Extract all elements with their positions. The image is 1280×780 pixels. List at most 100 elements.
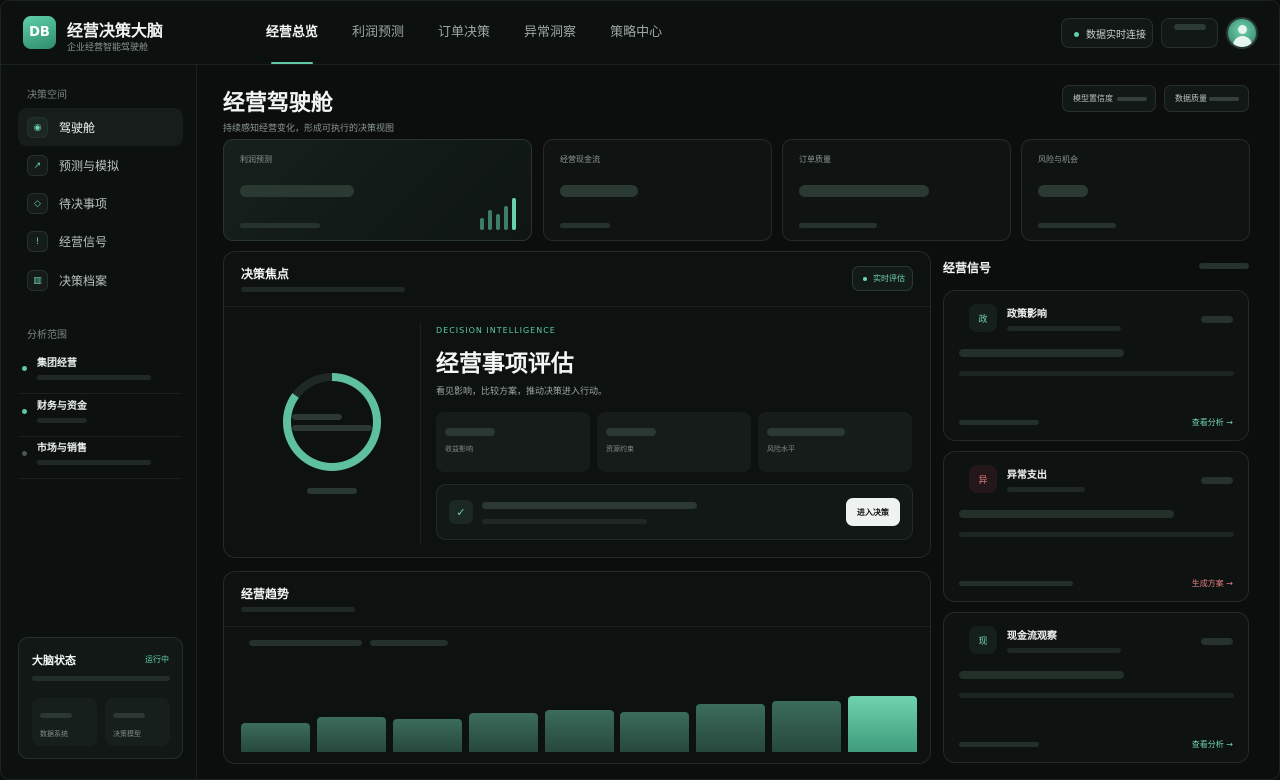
trend-bar[interactable] (545, 710, 614, 752)
nav-anomaly-insight[interactable]: 异常洞察 (507, 1, 593, 65)
kpi-card-risk[interactable]: 风险与机会 (1021, 139, 1250, 241)
signal-card-abnormal-spend[interactable]: 异 异常支出 生成方案 → (943, 451, 1249, 602)
user-icon-body (1233, 36, 1252, 47)
sidebar-item-label: 决策档案 (59, 273, 108, 288)
placeholder-bar (292, 425, 372, 431)
system-tile-label: 数据系统 (40, 730, 68, 738)
section-eyebrow: DECISION INTELLIGENCE (436, 326, 556, 335)
placeholder-bar (307, 488, 357, 494)
trend-bar[interactable] (469, 713, 538, 752)
scope-item-market[interactable]: 市场与销售 (19, 437, 181, 479)
brain-status-badge: 运行中 (145, 655, 169, 664)
scope-name: 集团经营 (37, 358, 77, 369)
model-confidence-chip[interactable]: 模型置信度 (1062, 85, 1156, 112)
signal-title: 异常支出 (1007, 470, 1047, 481)
metric-label: 风险水平 (767, 445, 795, 453)
ring-chart-icon (283, 373, 381, 471)
scope-item-finance[interactable]: 财务与资金 (19, 395, 181, 437)
placeholder-bar (240, 223, 320, 228)
trend-bar[interactable] (772, 701, 841, 752)
placeholder-bar (1174, 24, 1206, 30)
placeholder-bar (1038, 185, 1088, 197)
placeholder-bar (1199, 263, 1249, 269)
panel-title: 经营趋势 (241, 587, 290, 601)
trend-bar[interactable] (696, 704, 765, 752)
system-tile-label: 决策模型 (113, 730, 141, 738)
system-tile-model[interactable]: 决策模型 (105, 698, 170, 746)
toolbar-chip[interactable] (1161, 18, 1218, 48)
user-icon-head (1238, 25, 1247, 34)
sidebar-item-label: 预测与模拟 (59, 158, 120, 173)
metric-tile-resource[interactable]: 资源约束 (597, 412, 751, 472)
status-dot-icon (1074, 32, 1079, 37)
panel-title: 决策焦点 (241, 267, 290, 281)
nav-overview[interactable]: 经营总览 (249, 1, 335, 65)
trend-bar[interactable] (317, 717, 386, 752)
trend-bar[interactable] (848, 696, 917, 752)
placeholder-bar (767, 428, 845, 436)
kpi-card-profit[interactable]: 利润预测 (223, 139, 532, 241)
page-subtitle: 持续感知经营变化，形成可执行的决策视图 (223, 124, 395, 134)
placeholder-bar (1209, 97, 1239, 101)
sparkline-bar (488, 210, 492, 230)
trend-bar[interactable] (393, 719, 462, 752)
view-analysis-link[interactable]: 查看分析 → (1192, 417, 1233, 428)
view-analysis-link[interactable]: 查看分析 → (1192, 739, 1233, 750)
placeholder-bar (37, 460, 151, 465)
sidebar-scope-heading: 分析范围 (27, 330, 67, 341)
legend-placeholder (249, 640, 362, 646)
nav-strategy-center[interactable]: 策略中心 (593, 1, 679, 65)
generate-plan-link[interactable]: 生成方案 → (1192, 578, 1233, 589)
sidebar: 决策空间 ◉ 驾驶舱 ↗ 预测与模拟 ◇ 待决事项 ! 经营信号 ▥ 决策档案 … (1, 65, 197, 779)
kpi-card-cashflow[interactable]: 经营现金流 (543, 139, 772, 241)
signals-title: 经营信号 (943, 261, 992, 275)
scope-dot-icon (22, 366, 27, 371)
trend-panel: 经营趋势 (223, 571, 931, 764)
scope-item-group[interactable]: 集团经营 (19, 352, 181, 394)
system-tile-data[interactable]: 数据系统 (32, 698, 97, 746)
app-logo[interactable]: DB (23, 16, 56, 49)
signal-card-cashflow[interactable]: 现 现金流观察 查看分析 → (943, 612, 1249, 763)
sidebar-item-label: 经营信号 (59, 234, 108, 249)
placeholder-bar (482, 519, 647, 524)
sidebar-item-archive[interactable]: ▥ 决策档案 (18, 261, 183, 299)
placeholder-bar (1007, 487, 1085, 492)
trend-bar[interactable] (241, 723, 310, 752)
placeholder-bar (799, 223, 877, 228)
vertical-divider (420, 322, 421, 544)
trend-bar[interactable] (620, 712, 689, 752)
signal-card-policy[interactable]: 政 政策影响 查看分析 → (943, 290, 1249, 441)
placeholder-bar (959, 420, 1039, 425)
placeholder-bar (560, 223, 610, 228)
sparkline-chart (480, 196, 520, 230)
sparkline-bar (504, 206, 508, 230)
sidebar-item-label: 驾驶舱 (59, 120, 96, 135)
metric-tile-risk[interactable]: 风险水平 (758, 412, 912, 472)
live-connection-chip[interactable]: 数据实时连接 (1061, 18, 1153, 48)
focus-description: 看见影响，比较方案，推动决策进入行动。 (436, 387, 608, 397)
app-window: DB 经营决策大脑 企业经营智能驾驶舱 经营总览 利润预测 订单决策 异常洞察 … (0, 0, 1280, 780)
main-nav: 经营总览 利润预测 订单决策 异常洞察 策略中心 (249, 1, 679, 65)
user-avatar[interactable] (1226, 17, 1258, 49)
placeholder-bar (959, 510, 1174, 518)
progress-ring (280, 370, 384, 474)
sidebar-item-label: 待决事项 (59, 196, 108, 211)
live-eval-badge[interactable]: 实时评估 (852, 266, 913, 291)
placeholder-bar (240, 185, 354, 197)
nav-order-decision[interactable]: 订单决策 (421, 1, 507, 65)
placeholder-bar (1117, 97, 1147, 101)
nav-profit-forecast[interactable]: 利润预测 (335, 1, 421, 65)
check-icon[interactable]: ✓ (449, 500, 473, 524)
kpi-card-order-quality[interactable]: 订单质量 (782, 139, 1011, 241)
sidebar-item-pending[interactable]: ◇ 待决事项 (18, 184, 183, 222)
placeholder-bar (37, 375, 151, 380)
decision-focus-panel: 决策焦点 实时评估 DECISION INTELLIGENCE 经营事项评估 看… (223, 251, 931, 558)
metric-tile-revenue[interactable]: 收益影响 (436, 412, 590, 472)
placeholder-bar (1201, 638, 1233, 645)
enter-decision-button[interactable]: 进入决策 (846, 498, 900, 526)
sidebar-item-cockpit[interactable]: ◉ 驾驶舱 (18, 108, 183, 146)
sidebar-item-forecast[interactable]: ↗ 预测与模拟 (18, 146, 183, 184)
anomaly-badge-icon: 异 (969, 465, 997, 493)
data-quality-chip[interactable]: 数据质量 (1164, 85, 1249, 112)
sidebar-item-signals[interactable]: ! 经营信号 (18, 222, 183, 260)
